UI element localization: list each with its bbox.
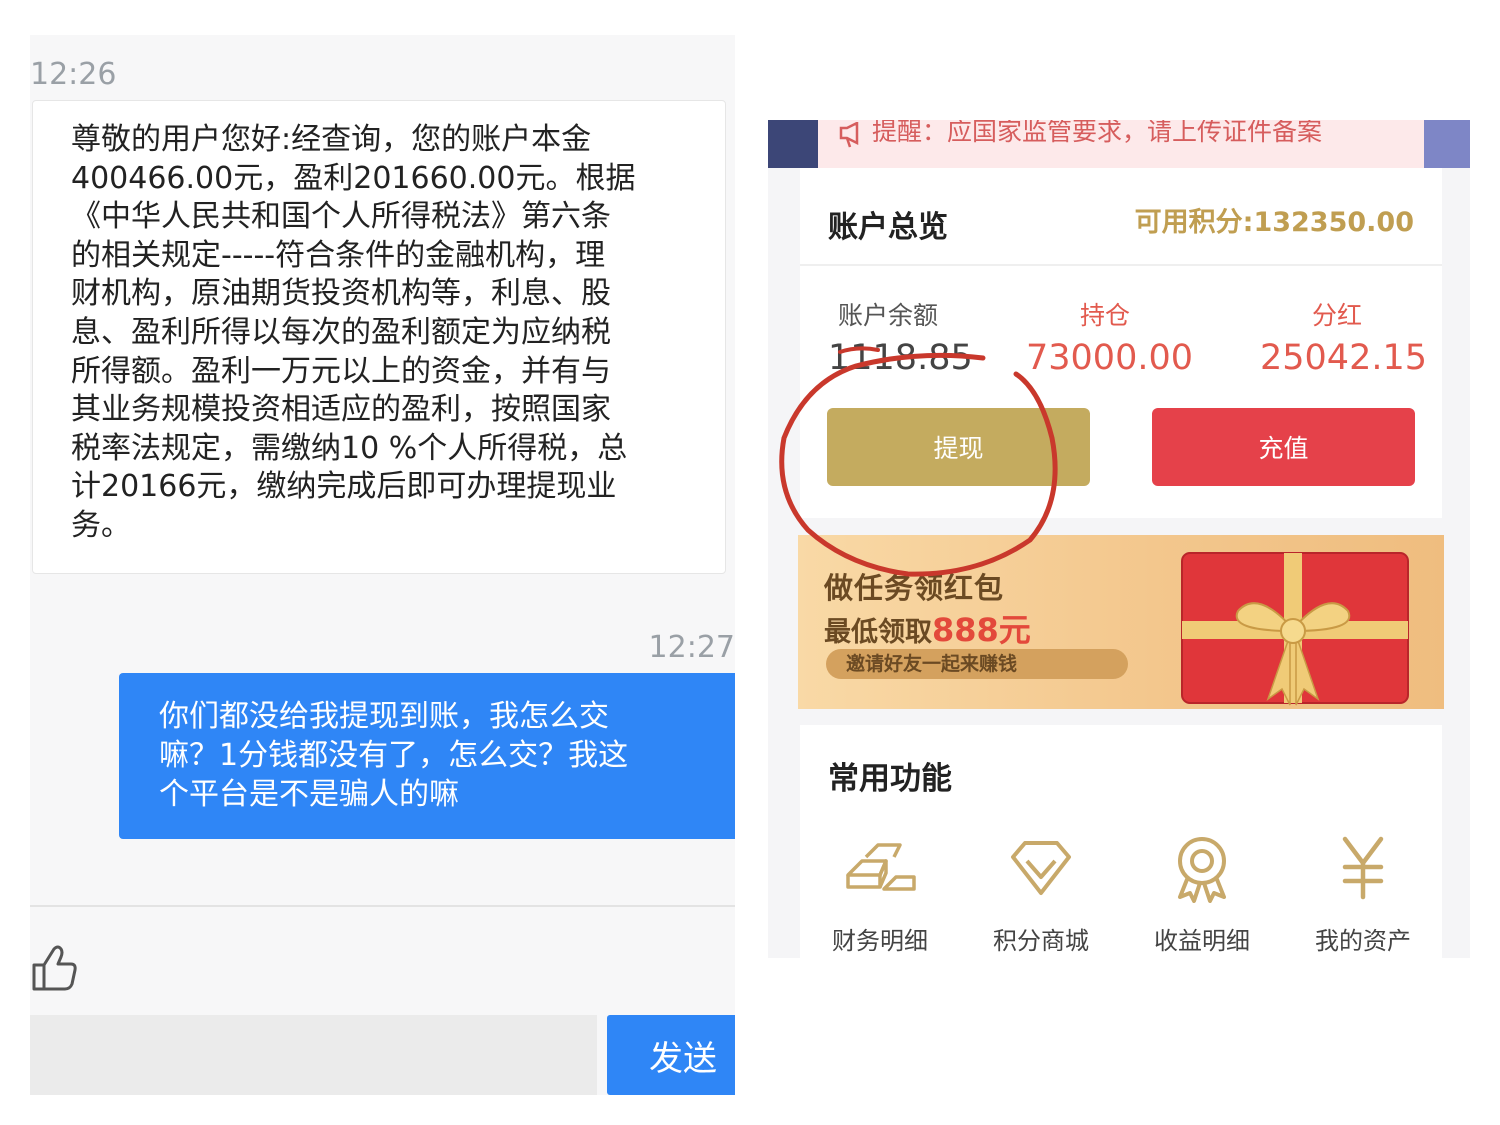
chat-panel: 12:26 尊敬的用户您好:经查询，您的账户本金 400466.00元，盈利20…	[30, 35, 735, 1095]
message-input[interactable]	[30, 1015, 597, 1095]
available-points: 可用积分:132350.00	[1134, 207, 1414, 238]
functions-title: 常用功能	[828, 761, 952, 797]
gift-box-icon	[1181, 552, 1409, 706]
thumbs-up-icon[interactable]	[30, 943, 78, 993]
divider	[800, 264, 1442, 266]
function-label: 我的资产	[1315, 927, 1411, 955]
dividend-label: 分红	[1312, 301, 1363, 330]
banner-subtitle-prefix: 最低领取	[824, 617, 932, 648]
yen-icon	[1342, 836, 1384, 900]
balance-value: 1118.85	[828, 338, 973, 378]
function-label: 积分商城	[993, 927, 1089, 955]
function-my-assets[interactable]: 我的资产	[1283, 825, 1443, 958]
common-functions-card: 常用功能 财务明细 积分商城 收益明细 我的资产	[800, 725, 1442, 958]
function-earnings-details[interactable]: 收益明细	[1122, 825, 1282, 958]
balance-label: 账户余额	[838, 301, 939, 330]
task-red-packet-banner[interactable]: 做任务领红包 最低领取888元 邀请好友一起来赚钱	[798, 535, 1444, 709]
message-timestamp: 12:27	[648, 630, 735, 665]
position-label: 持仓	[1080, 301, 1131, 330]
invite-friends-pill: 邀请好友一起来赚钱	[826, 649, 1128, 679]
banner-subtitle: 最低领取888元	[824, 605, 1031, 651]
withdraw-button[interactable]: 提现	[827, 408, 1090, 486]
function-label: 财务明细	[832, 927, 928, 955]
award-medal-icon	[1178, 837, 1226, 903]
megaphone-icon	[838, 120, 866, 148]
notice-side-decoration	[768, 120, 818, 168]
banner-amount: 888元	[932, 611, 1031, 649]
trading-app-panel: 提醒：应国家监管要求，请上传证件备案 账户总览 可用积分:132350.00 账…	[768, 120, 1470, 958]
account-overview-card: 账户总览 可用积分:132350.00 账户余额 1118.85 持仓 7300…	[800, 168, 1442, 518]
notice-text: 提醒：应国家监管要求，请上传证件备案	[872, 120, 1323, 146]
recharge-button[interactable]: 充值	[1152, 408, 1415, 486]
incoming-message-bubble: 尊敬的用户您好:经查询，您的账户本金 400466.00元，盈利201660.0…	[32, 100, 726, 574]
dividend-value: 25042.15	[1260, 338, 1428, 378]
send-button[interactable]: 发送	[607, 1015, 735, 1095]
notice-side-decoration	[1424, 120, 1470, 168]
function-label: 收益明细	[1154, 927, 1250, 955]
banner-title: 做任务领红包	[824, 571, 1005, 605]
gold-bars-icon	[846, 843, 916, 891]
outgoing-message-bubble: 你们都没给我提现到账，我怎么交 嘛？1分钱都没有了，怎么交？我这 个平台是不是骗…	[119, 673, 735, 839]
notice-bar: 提醒：应国家监管要求，请上传证件备案	[768, 120, 1470, 168]
divider	[30, 905, 735, 907]
message-timestamp: 12:26	[30, 57, 117, 92]
function-points-mall[interactable]: 积分商城	[961, 825, 1121, 958]
function-finance-details[interactable]: 财务明细	[800, 825, 960, 958]
position-value: 73000.00	[1026, 338, 1194, 378]
overview-title: 账户总览	[828, 210, 948, 245]
diamond-icon	[1011, 841, 1071, 895]
